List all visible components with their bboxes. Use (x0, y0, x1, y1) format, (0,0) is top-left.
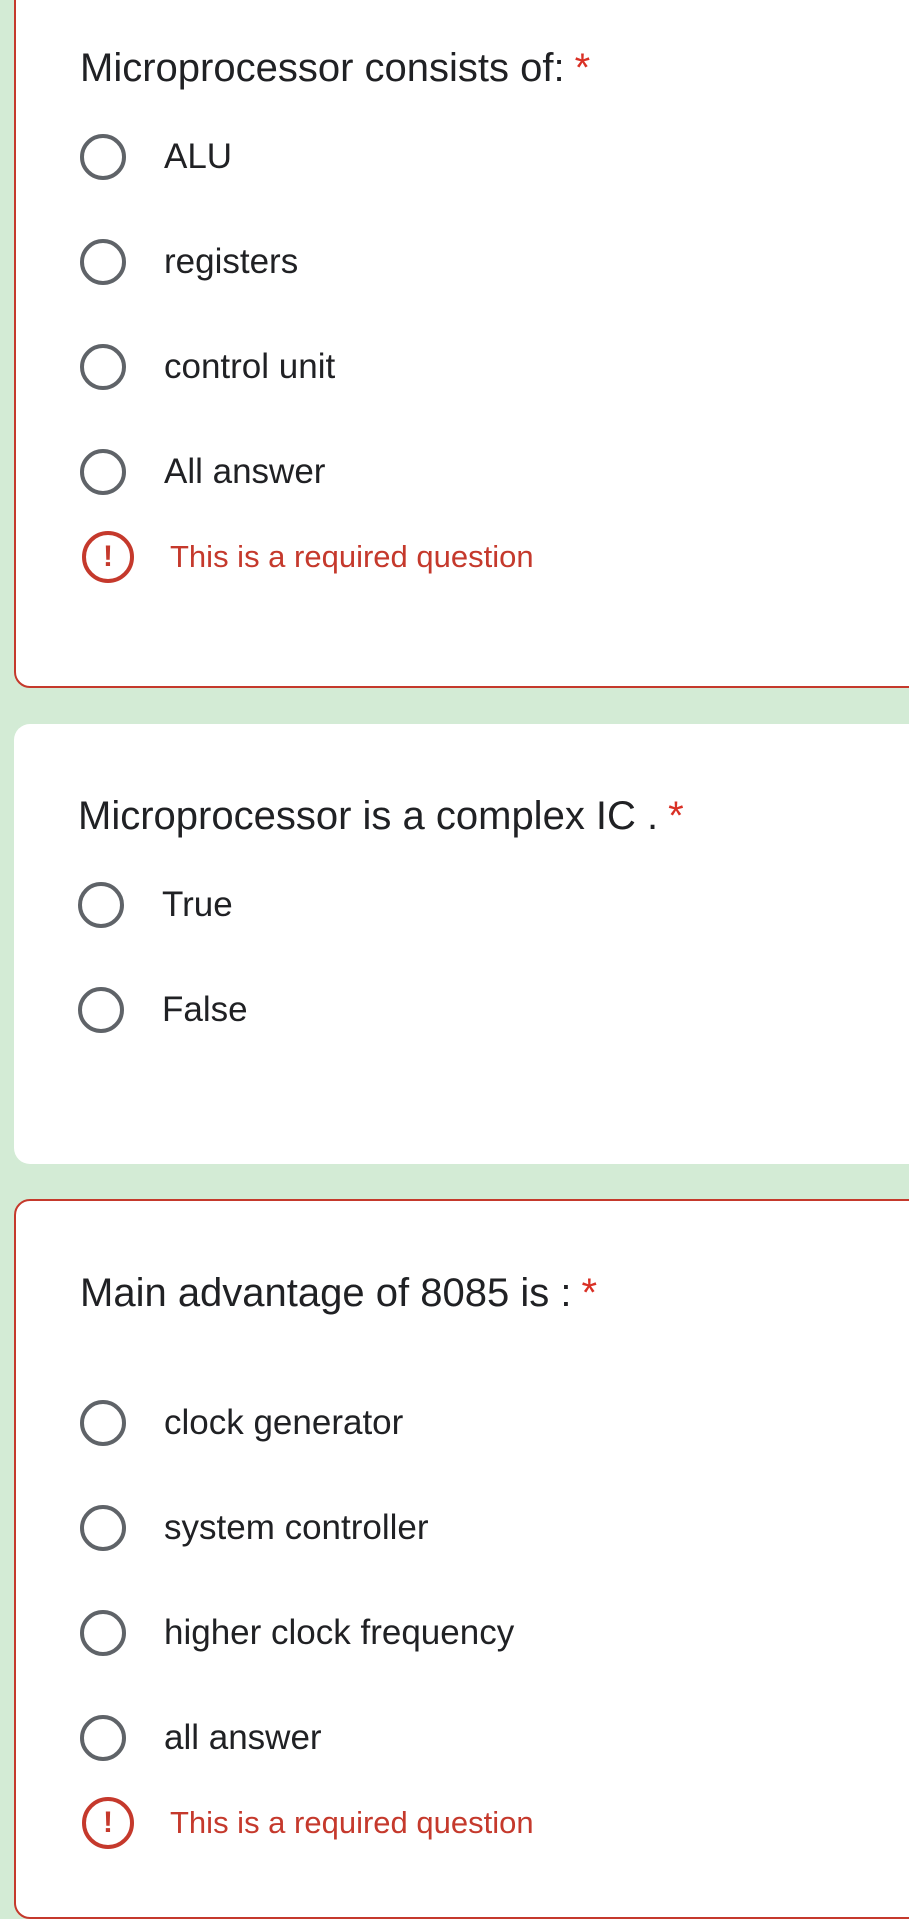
radio-button[interactable] (80, 134, 126, 180)
radio-button[interactable] (78, 987, 124, 1033)
radio-button[interactable] (80, 1715, 126, 1761)
radio-option-true[interactable]: True (78, 878, 778, 932)
required-asterisk: * (581, 1271, 598, 1315)
radio-option-all-answer[interactable]: All answer (80, 445, 780, 499)
error-message: This is a required question (170, 539, 534, 574)
required-error: ! This is a required question (82, 531, 534, 583)
radio-button[interactable] (80, 1505, 126, 1551)
required-error: ! This is a required question (82, 1797, 534, 1849)
radio-option-clock-generator[interactable]: clock generator (80, 1396, 780, 1450)
radio-option-higher-clock-frequency[interactable]: higher clock frequency (80, 1606, 780, 1660)
option-label: system controller (164, 1508, 429, 1547)
option-label: all answer (164, 1718, 322, 1757)
required-asterisk: * (574, 46, 591, 90)
option-label: False (162, 990, 248, 1029)
radio-option-system-controller[interactable]: system controller (80, 1501, 780, 1555)
question-card: Main advantage of 8085 is : * clock gener… (14, 1199, 909, 1919)
option-label: clock generator (164, 1403, 404, 1442)
radio-option-false[interactable]: False (78, 983, 778, 1037)
option-label: All answer (164, 452, 326, 491)
radio-button[interactable] (80, 1610, 126, 1656)
option-label: control unit (164, 347, 336, 386)
question-title: Microprocessor consists of: * (80, 46, 591, 90)
error-message: This is a required question (170, 1805, 534, 1840)
question-card: Microprocessor is a complex IC . * True F… (14, 724, 909, 1164)
radio-option-control-unit[interactable]: control unit (80, 340, 780, 394)
radio-option-registers[interactable]: registers (80, 235, 780, 289)
radio-button[interactable] (80, 239, 126, 285)
option-label: higher clock frequency (164, 1613, 515, 1652)
question-title: Main advantage of 8085 is : * (80, 1271, 598, 1315)
radio-option-alu[interactable]: ALU (80, 130, 780, 184)
radio-button[interactable] (80, 1400, 126, 1446)
radio-option-all-answer[interactable]: all answer (80, 1711, 780, 1765)
exclamation-icon: ! (82, 531, 134, 583)
question-title: Microprocessor is a complex IC . * (78, 794, 684, 838)
option-label: True (162, 885, 233, 924)
radio-button[interactable] (78, 882, 124, 928)
option-label: registers (164, 242, 299, 281)
exclamation-icon: ! (82, 1797, 134, 1849)
required-asterisk: * (668, 794, 684, 838)
radio-button[interactable] (80, 344, 126, 390)
option-label: ALU (164, 137, 233, 176)
question-card: Microprocessor consists of: * ALU registe… (14, 0, 909, 688)
radio-button[interactable] (80, 449, 126, 495)
